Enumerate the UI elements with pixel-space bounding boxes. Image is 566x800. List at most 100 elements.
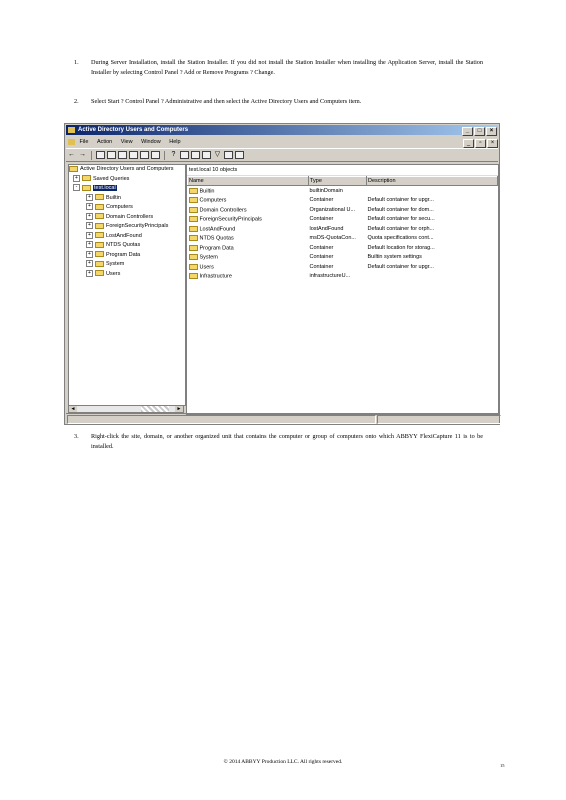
cell-name: ForeignSecurityPrincipals: [188, 215, 309, 225]
tree-hscrollbar[interactable]: ◄ ►: [68, 405, 184, 413]
copyright-footer: © 2014 ABBYY Production LLC. All rights …: [223, 759, 343, 765]
menu-file[interactable]: File: [80, 137, 89, 147]
expand-icon[interactable]: +: [86, 269, 93, 277]
help-icon[interactable]: ?: [169, 151, 178, 159]
column-header-type[interactable]: Type: [308, 176, 367, 186]
step-number: 2.: [74, 98, 79, 105]
expand-icon[interactable]: -: [73, 184, 80, 192]
window-title: Active Directory Users and Computers: [78, 127, 189, 133]
new-group-icon[interactable]: [191, 151, 200, 159]
expand-icon[interactable]: +: [86, 250, 93, 258]
table-row[interactable]: Builtin builtinDomain: [188, 186, 498, 196]
cell-type: Container: [309, 197, 334, 204]
tree-item[interactable]: + Builtin: [69, 193, 185, 204]
cell-type: Container: [309, 254, 334, 261]
scroll-right-icon[interactable]: ►: [175, 406, 183, 412]
table-row[interactable]: Computers Container Default container for …: [188, 196, 498, 206]
row-name: Users: [199, 263, 214, 270]
step-2: 2. Select Start ? Control Panel ? Admini…: [74, 97, 483, 107]
tree-item[interactable]: + LostAndFound: [69, 231, 185, 242]
add-to-group-icon[interactable]: [235, 151, 244, 159]
expand-icon[interactable]: +: [86, 260, 93, 268]
step-text: Right-click the site, domain, or another…: [91, 433, 483, 450]
row-name: Computers: [199, 197, 227, 204]
table-row[interactable]: NTDS Quotas msDS-QuotaCon... Quota specifi…: [188, 234, 498, 244]
expand-icon[interactable]: +: [86, 241, 93, 249]
up-folder-icon[interactable]: [96, 151, 105, 159]
menu-view[interactable]: View: [121, 137, 133, 147]
table-row[interactable]: System Container Builtin system settings: [188, 253, 498, 263]
expand-icon[interactable]: +: [86, 231, 93, 239]
table-row[interactable]: Infrastructure infrastructureU...: [188, 272, 498, 282]
tree-item[interactable]: + Computers: [69, 203, 185, 213]
app-icon: [68, 127, 75, 133]
column-header-name[interactable]: Name: [187, 176, 309, 186]
expand-icon[interactable]: +: [73, 174, 80, 182]
table-row[interactable]: LostAndFound lostAndFound Default containe…: [188, 224, 498, 234]
cell-name: NTDS Quotas: [188, 234, 309, 244]
folder-icon: [95, 241, 104, 248]
tree-root[interactable]: Active Directory Users and Computers: [69, 165, 185, 175]
filter-icon[interactable]: ▽: [213, 151, 222, 159]
expand-icon[interactable]: +: [86, 222, 93, 230]
table-row[interactable]: Users Container Default container for upgr…: [188, 262, 498, 272]
scroll-left-icon[interactable]: ◄: [69, 406, 77, 412]
forward-icon[interactable]: →: [78, 151, 87, 159]
cell-description: Default container for orph...: [367, 225, 435, 232]
child-minimize-button[interactable]: _: [463, 139, 474, 148]
window-titlebar[interactable]: Active Directory Users and Computers _ □ ×: [66, 125, 498, 136]
table-row[interactable]: Program Data Container Default location fo…: [188, 243, 498, 253]
tree-item-label: Builtin: [106, 194, 121, 201]
minimize-button[interactable]: _: [462, 127, 473, 136]
new-user-icon[interactable]: [180, 151, 189, 159]
page-number: 15: [500, 763, 505, 768]
expand-icon[interactable]: +: [86, 212, 93, 220]
back-icon[interactable]: ←: [67, 151, 76, 159]
objects-table: Name Type Description Builtin builtinDoma…: [187, 176, 498, 281]
scroll-thumb[interactable]: [141, 406, 169, 412]
tree-item[interactable]: + Domain Controllers: [69, 212, 185, 223]
tree-item[interactable]: + ForeignSecurityPrincipals: [69, 222, 185, 232]
tree-item[interactable]: + Program Data: [69, 250, 185, 261]
tree-item-label: Domain Controllers: [106, 213, 154, 220]
maximize-button[interactable]: □: [474, 127, 485, 136]
show-tree-icon[interactable]: [107, 151, 116, 159]
tree-item[interactable]: + NTDS Quotas: [69, 241, 185, 251]
expand-icon[interactable]: +: [86, 203, 93, 211]
table-row[interactable]: ForeignSecurityPrincipals Container Defaul…: [188, 215, 498, 225]
console-root-icon: [69, 165, 78, 172]
find-icon[interactable]: [224, 151, 233, 159]
row-name: NTDS Quotas: [199, 235, 234, 242]
refresh-icon[interactable]: [140, 151, 149, 159]
tree-pane: Active Directory Users and Computers + Sa…: [68, 164, 186, 406]
child-close-button[interactable]: ×: [487, 139, 498, 148]
close-button[interactable]: ×: [486, 127, 497, 136]
tree-item[interactable]: - test.local: [69, 184, 185, 194]
cell-description: Default container for dom...: [367, 206, 434, 213]
cell-type: infrastructureU...: [309, 273, 351, 280]
child-restore-button[interactable]: ▫: [475, 139, 486, 148]
tree-item[interactable]: + Saved Queries: [69, 174, 185, 185]
cell-description: Default container for upgr...: [367, 263, 434, 270]
expand-icon[interactable]: +: [86, 193, 93, 201]
cell-type: Container: [309, 263, 334, 270]
table-row[interactable]: Domain Controllers Organizational U... Def…: [188, 205, 498, 215]
menu-help[interactable]: Help: [169, 137, 180, 147]
step-text: Select Start ? Control Panel ? Administr…: [91, 98, 362, 105]
new-ou-icon[interactable]: [202, 151, 211, 159]
tree-item[interactable]: + System: [69, 260, 185, 270]
properties-icon[interactable]: [129, 151, 138, 159]
step-text: During Server Installation, install the …: [91, 59, 483, 76]
delete-icon[interactable]: [118, 151, 127, 159]
folder-icon: [188, 263, 198, 270]
step-3: 3. Right-click the site, domain, or anot…: [74, 432, 483, 452]
row-name: Infrastructure: [199, 273, 232, 280]
column-header-description[interactable]: Description: [366, 176, 498, 186]
menu-action[interactable]: Action: [97, 137, 112, 147]
tree-item[interactable]: + Users: [69, 269, 185, 280]
menu-window[interactable]: Window: [141, 137, 161, 147]
panel-title: test.local 10 objects: [187, 165, 498, 176]
tree-item-label: ForeignSecurityPrincipals: [106, 223, 169, 229]
tree-item-label: NTDS Quotas: [106, 242, 141, 248]
export-list-icon[interactable]: [151, 151, 160, 159]
